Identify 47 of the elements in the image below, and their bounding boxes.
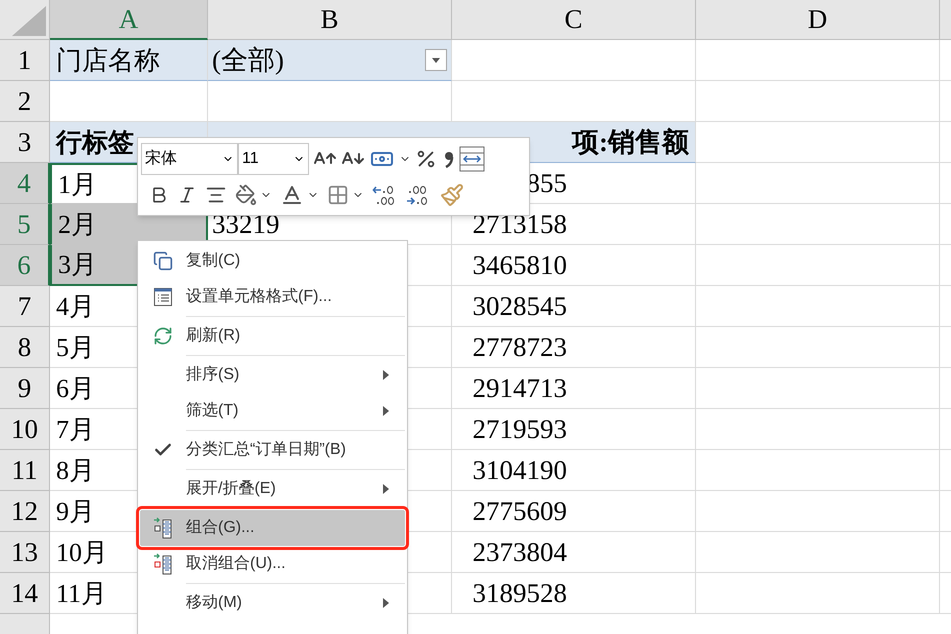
table-cell: 3189528 <box>452 573 696 614</box>
menu-item[interactable]: 组合(G)... <box>140 510 405 546</box>
table-cell: 3104190 <box>452 450 696 491</box>
borders-icon[interactable] <box>327 184 349 206</box>
refresh-icon <box>153 326 173 346</box>
copy-icon <box>153 251 173 271</box>
row-header[interactable]: 6 <box>0 245 50 286</box>
row-header[interactable]: 11 <box>0 450 50 491</box>
row-header[interactable]: 4 <box>0 163 50 204</box>
table-cell: 2778723 <box>452 327 696 368</box>
row-header[interactable]: 3 <box>0 122 50 163</box>
submenu-arrow-icon <box>383 598 389 608</box>
column-header[interactable]: B <box>208 0 452 40</box>
row-header[interactable]: 9 <box>0 368 50 409</box>
ungroup-icon <box>152 553 174 575</box>
list-icon <box>153 287 173 307</box>
column-header[interactable]: C <box>452 0 696 40</box>
table-cell: 3028545 <box>452 286 696 327</box>
submenu-arrow-icon <box>383 484 389 494</box>
column-header[interactable]: D <box>696 0 940 40</box>
table-cell: 2914713 <box>452 368 696 409</box>
row-header[interactable]: 10 <box>0 409 50 450</box>
table-cell: 2775609 <box>452 491 696 532</box>
font-size-field[interactable]: 11 <box>238 142 309 175</box>
submenu-arrow-icon <box>383 406 389 416</box>
row-header[interactable]: 8 <box>0 327 50 368</box>
row-header[interactable]: 5 <box>0 204 50 245</box>
fill-color-icon[interactable] <box>235 184 257 206</box>
row-header[interactable]: 14 <box>0 573 50 614</box>
row-header[interactable]: 7 <box>0 286 50 327</box>
column-header[interactable]: A <box>50 0 208 40</box>
row-header[interactable]: 12 <box>0 491 50 532</box>
font-size-value: 11 <box>242 148 259 169</box>
autofit-width-icon[interactable] <box>459 146 485 172</box>
caret-icon <box>432 58 440 62</box>
table-cell: 2373804 <box>452 532 696 573</box>
table-cell: 3465810 <box>452 245 696 286</box>
table-cell: (全部) <box>208 40 452 81</box>
row-header[interactable]: 1 <box>0 40 50 81</box>
filter-dropdown-button[interactable] <box>425 49 447 71</box>
submenu-arrow-icon <box>383 370 389 380</box>
table-cell: 2719593 <box>452 409 696 450</box>
table-cell: 门店名称 <box>50 40 208 81</box>
row-header[interactable]: 2 <box>0 81 50 122</box>
font-name-field[interactable]: 宋体 <box>141 142 238 175</box>
group-icon <box>152 517 174 539</box>
row-header[interactable]: 13 <box>0 532 50 573</box>
